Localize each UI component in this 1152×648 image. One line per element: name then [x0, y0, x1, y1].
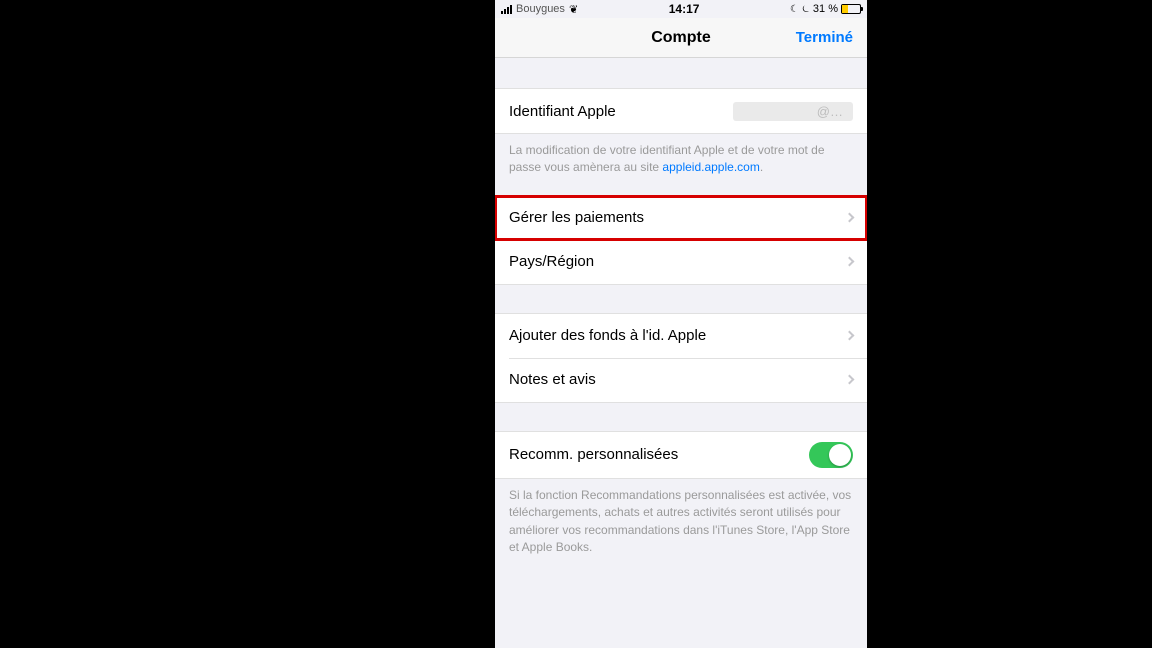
notes-reviews-label: Notes et avis	[509, 371, 596, 388]
status-right: ☾ ⏾ 31 %	[790, 3, 861, 15]
chevron-right-icon	[845, 213, 855, 223]
appleid-link[interactable]: appleid.apple.com	[662, 160, 759, 174]
appleid-value: @…	[733, 102, 853, 121]
chevron-right-icon	[845, 257, 855, 267]
funds-group: Ajouter des fonds à l'id. Apple Notes et…	[495, 313, 867, 403]
page-title: Compte	[651, 29, 711, 47]
status-left: Bouygues ❦	[501, 3, 578, 16]
appleid-group: Identifiant Apple @…	[495, 88, 867, 134]
manage-payments-label: Gérer les paiements	[509, 209, 644, 226]
nav-bar: Compte Terminé	[495, 18, 867, 58]
personalized-label: Recomm. personnalisées	[509, 446, 678, 463]
personalized-group: Recomm. personnalisées	[495, 431, 867, 479]
personalized-footer: Si la fonction Recommandations personnal…	[495, 479, 867, 575]
done-button[interactable]: Terminé	[796, 29, 853, 46]
status-time: 14:17	[669, 2, 700, 16]
dnd-icon: ☾	[790, 4, 799, 15]
carrier-label: Bouygues	[516, 3, 565, 15]
personalized-row[interactable]: Recomm. personnalisées	[495, 432, 867, 478]
lock-icon: ⏾	[802, 4, 810, 15]
chevron-right-icon	[845, 331, 855, 341]
signal-icon	[501, 5, 512, 14]
wifi-icon: ❦	[569, 3, 578, 16]
appleid-footer: La modification de votre identifiant App…	[495, 134, 867, 195]
battery-icon	[841, 4, 861, 14]
appleid-label: Identifiant Apple	[509, 103, 616, 120]
country-region-row[interactable]: Pays/Région	[495, 240, 867, 284]
add-funds-label: Ajouter des fonds à l'id. Apple	[509, 327, 706, 344]
personalized-toggle[interactable]	[809, 442, 853, 468]
notes-reviews-row[interactable]: Notes et avis	[495, 358, 867, 402]
add-funds-row[interactable]: Ajouter des fonds à l'id. Apple	[495, 314, 867, 358]
country-region-label: Pays/Région	[509, 253, 594, 270]
payments-group: Gérer les paiements Pays/Région	[495, 195, 867, 285]
content-area: Identifiant Apple @… La modification de …	[495, 58, 867, 648]
manage-payments-row[interactable]: Gérer les paiements	[495, 196, 867, 240]
appleid-row[interactable]: Identifiant Apple @…	[495, 89, 867, 133]
chevron-right-icon	[845, 375, 855, 385]
status-bar: Bouygues ❦ 14:17 ☾ ⏾ 31 %	[495, 0, 867, 18]
battery-percent: 31 %	[813, 3, 838, 15]
phone-screen: Bouygues ❦ 14:17 ☾ ⏾ 31 % Compte Terminé…	[495, 0, 867, 648]
